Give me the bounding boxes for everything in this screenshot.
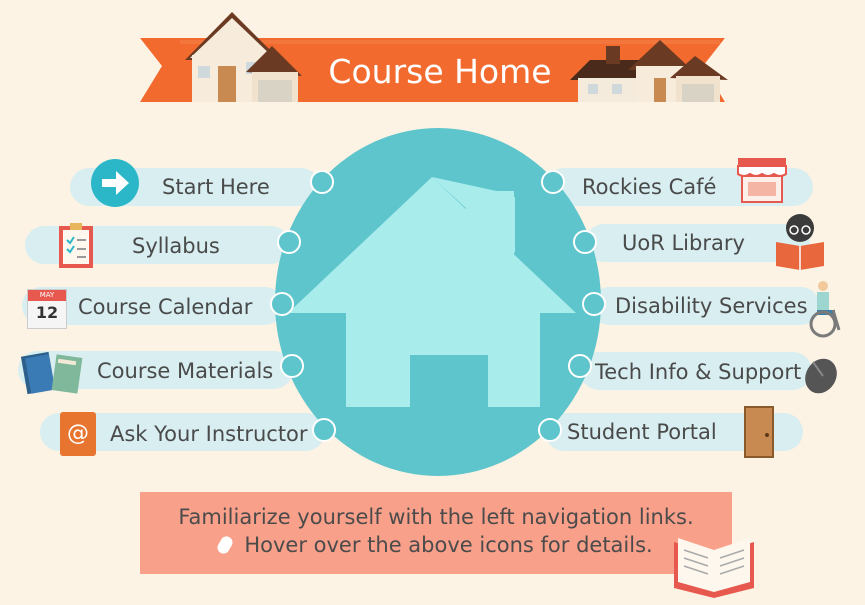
connector-dot [568,354,592,378]
nav-link-label: Student Portal [567,420,717,444]
arrow-right-icon [91,159,139,207]
clipboard-icon [59,223,93,268]
nav-link-uor-library[interactable]: UoR Library [622,212,832,272]
email-symbol: @ [67,421,89,446]
cafe-storefront-icon [737,158,787,203]
footer-line-2: Hover over the above icons for details. [244,533,653,557]
computer-mouse-icon [805,358,837,394]
nav-link-tech-support[interactable]: Tech Info & Support [595,350,850,396]
open-book-icon [674,538,754,598]
nav-link-label: Start Here [162,175,270,199]
email-icon: @ [60,412,96,456]
nav-link-label: Ask Your Instructor [110,422,308,446]
mouse-icon [215,534,235,556]
wheelchair-icon [809,281,841,338]
nav-link-rockies-cafe[interactable]: Rockies Café [580,156,795,208]
connector-dot [280,354,304,378]
nav-link-start-here[interactable]: Start Here [90,156,320,212]
nav-link-ask-instructor[interactable]: @ Ask Your Instructor [60,412,320,458]
connector-dot [541,170,565,194]
nav-link-student-portal[interactable]: Student Portal [565,405,785,461]
connector-dot [582,292,606,316]
connector-dot [538,418,562,442]
nav-link-label: Tech Info & Support [595,360,802,384]
calendar-month: MAY [28,290,66,301]
reading-person-icon [776,214,824,270]
nav-link-disability-services[interactable]: Disability Services [615,280,850,340]
nav-link-course-calendar[interactable]: MAY 12 Course Calendar [27,287,267,331]
nav-link-syllabus[interactable]: Syllabus [57,222,287,270]
door-icon [744,406,774,458]
nav-link-label: Disability Services [615,294,808,318]
nav-link-label: UoR Library [622,231,745,255]
connector-dot [270,292,294,316]
nav-link-label: Syllabus [132,234,220,258]
calendar-icon: MAY 12 [27,289,67,329]
page-title: Course Home [328,52,552,91]
nav-link-label: Course Calendar [78,295,253,319]
nav-link-label: Rockies Café [582,175,717,199]
footer-line-1: Familiarize yourself with the left navig… [178,505,694,529]
nav-link-label: Course Materials [97,359,274,383]
connector-dot [573,230,597,254]
calendar-day: 12 [35,303,59,322]
nav-link-course-materials[interactable]: Course Materials [20,350,280,396]
footer-line-2-wrap: Hover over the above icons for details. [140,533,732,557]
books-icon [20,351,83,395]
